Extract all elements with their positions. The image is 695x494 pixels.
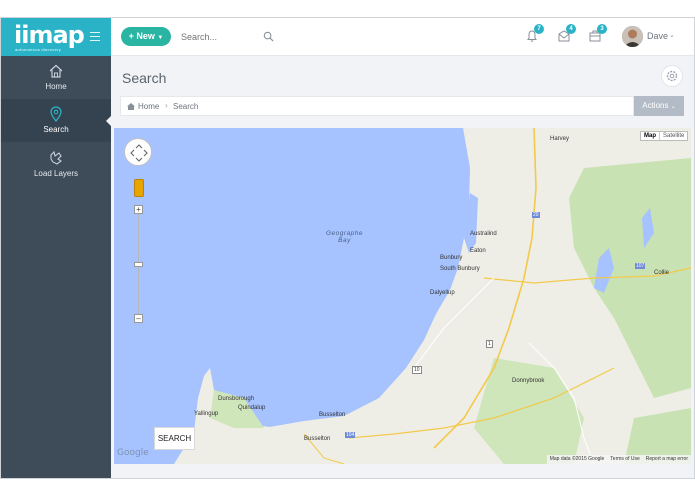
map-type-map[interactable]: Map [641,132,660,140]
map-search-button[interactable]: SEARCH [154,427,195,450]
top-bar: + New ▼ 7 4 [111,18,694,56]
map-label-place: Harvey [550,136,570,142]
sidebar-item-load-layers[interactable]: Load Layers [1,143,111,186]
search-input[interactable] [181,28,271,45]
breadcrumb-current: Search [173,102,199,111]
sea-label-line: Geographe [326,230,364,237]
terms-of-use-link[interactable]: Terms of Use [607,455,642,464]
report-map-error-link[interactable]: Report a map error [643,455,691,464]
map-label-place: Eaton [470,248,486,254]
notifications-tasks[interactable]: 3 [588,24,607,43]
map-label-place: Busselton [319,412,346,418]
actions-button[interactable]: Actions ⌄ [634,96,684,116]
map-label-sea: Geographe Bay [326,230,363,244]
chevron-down-icon: ⌄ [670,104,676,110]
map-label-place: Quindalup [238,405,266,411]
new-button-label: New [136,31,155,41]
gear-icon [666,70,678,82]
breadcrumb-separator: › [165,101,168,110]
map-label-place: Collie [654,270,670,276]
map-label-place: Busselton [304,436,331,442]
map-label-place: Dalyellup [430,290,455,296]
chevron-down-icon[interactable]: ⌄ [669,31,675,39]
map-view[interactable]: Geographe Bay Harvey Australind Eaton Bun… [114,128,691,464]
settings-button[interactable] [661,65,683,87]
map-label-place: Bunbury [440,255,463,261]
sidebar: Home Search Load Layers [1,56,112,478]
tasks-badge: 3 [597,24,607,34]
breadcrumb: Home › Search [120,96,634,116]
new-button[interactable]: + New ▼ [121,27,171,46]
sidebar-item-label: Search [43,125,69,134]
google-logo: Google [117,448,149,458]
username[interactable]: Dave [647,31,668,41]
sidebar-item-label: Load Layers [33,169,79,178]
road-shield: 20 [532,212,540,218]
road-shield: 10 [412,366,422,374]
bell-badge: 7 [534,24,544,34]
search-icon[interactable] [263,31,274,42]
layers-icon [50,150,62,165]
map-label-place: Australind [470,231,497,237]
map-label-place: Dunsborough [218,396,255,402]
street-view-pegman-icon[interactable] [134,179,144,197]
hamburger-menu-icon[interactable] [90,32,100,41]
logo-text: iimap [14,21,85,49]
sidebar-item-home[interactable]: Home [1,56,111,99]
home-icon [127,103,135,110]
zoom-in-button[interactable]: + [134,205,143,214]
road-shield: 1 [486,340,493,348]
actions-label: Actions [642,101,669,110]
plus-icon: + [128,31,134,41]
map-label-place: South Bunbury [440,266,480,272]
active-indicator [106,115,112,127]
map-type-satellite[interactable]: Satellite [660,132,687,140]
home-icon [49,64,63,78]
pan-control[interactable] [124,138,152,166]
sidebar-item-search[interactable]: Search [1,99,112,142]
sidebar-item-label: Home [45,82,67,91]
map-type-control: Map Satellite [640,131,689,141]
notifications-bell[interactable]: 7 [525,24,544,43]
zoom-slider-thumb[interactable] [134,262,143,267]
breadcrumb-home[interactable]: Home [138,102,159,111]
pan-arrows-icon [130,144,148,162]
user-photo-icon [622,26,643,47]
notifications-inbox[interactable]: 4 [557,24,576,43]
chevron-down-icon: ▼ [157,35,164,41]
road-shield: 107 [635,263,646,269]
zoom-out-button[interactable]: – [134,314,143,323]
map-label-place: Donnybrook [512,378,545,384]
avatar[interactable] [622,26,643,47]
page-title: Search [122,70,167,86]
app-frame: iimap autonomous discovery + New ▼ 7 [0,17,695,479]
logo-tagline: autonomous discovery [15,47,62,52]
map-pin-icon [50,106,62,122]
map-label-place: Yallingup [194,411,219,417]
logo[interactable]: iimap autonomous discovery [1,18,111,56]
road-shield: 104 [345,432,356,438]
sea-label-line: Bay [338,237,351,244]
inbox-badge: 4 [566,24,576,34]
map-data-credit: Map data ©2015 Google [549,456,605,462]
map-attribution: Map data ©2015 Google Terms of Use Repor… [546,455,691,464]
